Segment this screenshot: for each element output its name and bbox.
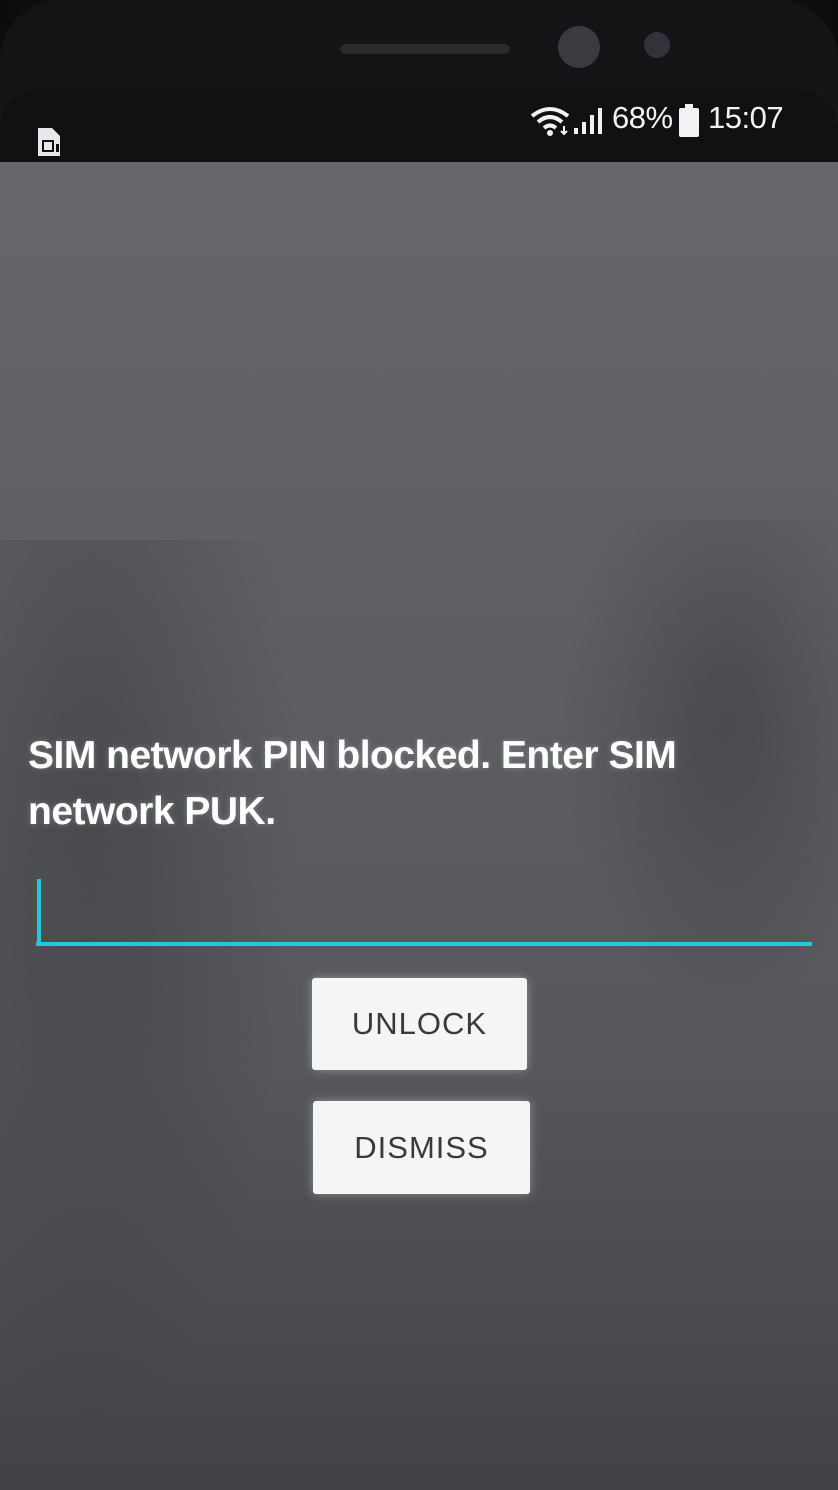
phone-device: 68% 15:07 SIM network PIN blocked. Enter… bbox=[0, 0, 838, 1490]
dismiss-button[interactable]: DISMISS bbox=[313, 1101, 530, 1194]
lock-screen: 68% 15:07 SIM network PIN blocked. Enter… bbox=[0, 90, 838, 1490]
screen-reflection bbox=[0, 540, 300, 1440]
puk-input[interactable] bbox=[36, 876, 812, 946]
front-camera bbox=[558, 26, 600, 68]
battery-percentage: 68% bbox=[612, 100, 673, 135]
wifi-icon bbox=[530, 107, 570, 136]
cell-signal-icon bbox=[574, 108, 602, 134]
sim-card-alert-icon bbox=[38, 128, 60, 156]
text-cursor bbox=[37, 879, 41, 943]
status-bar: 68% 15:07 bbox=[0, 90, 838, 162]
sim-puk-message: SIM network PIN blocked. Enter SIM netwo… bbox=[28, 734, 677, 833]
clock: 15:07 bbox=[708, 100, 784, 135]
battery-icon bbox=[679, 104, 699, 137]
earpiece-speaker bbox=[340, 44, 510, 54]
unlock-button[interactable]: UNLOCK bbox=[312, 978, 527, 1070]
proximity-sensor bbox=[644, 32, 670, 58]
